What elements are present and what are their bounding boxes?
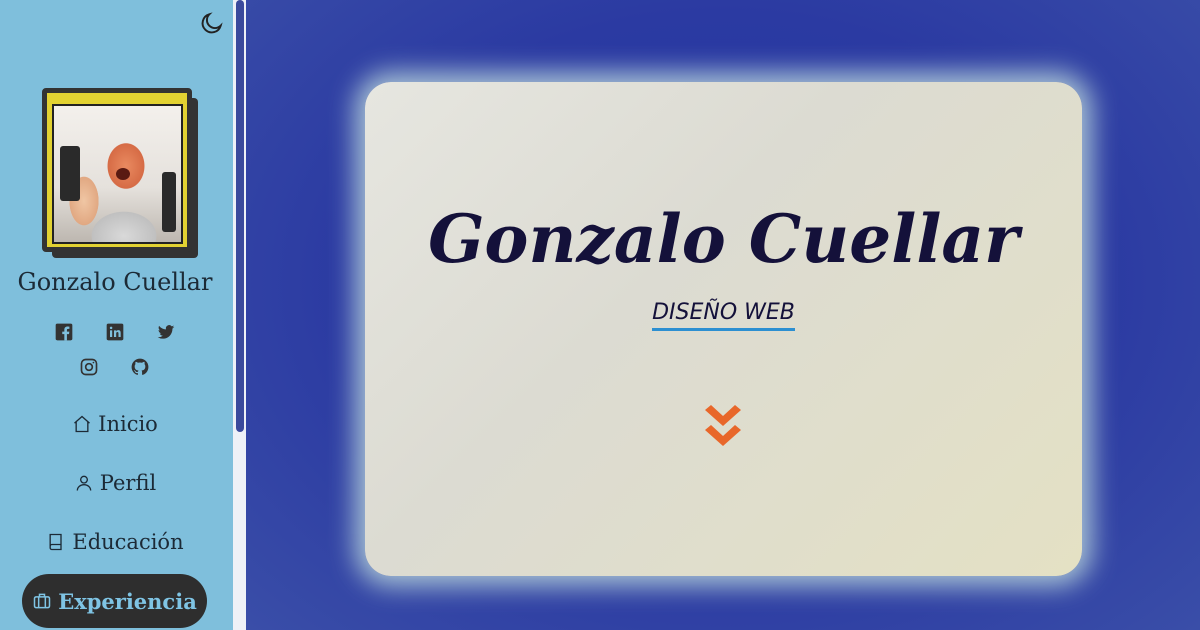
nav-label: Experiencia bbox=[58, 588, 197, 614]
nav-inicio[interactable]: Inicio bbox=[0, 410, 230, 438]
hero-subtitle-wrap: DISEÑO WEB bbox=[365, 300, 1082, 331]
hero-card: Gonzalo Cuellar DISEÑO WEB bbox=[365, 82, 1082, 576]
home-icon bbox=[74, 415, 91, 433]
instagram-icon[interactable] bbox=[79, 357, 99, 377]
twitter-icon[interactable] bbox=[156, 322, 176, 342]
double-chevron-down-icon[interactable] bbox=[703, 404, 743, 454]
nav-label: Inicio bbox=[98, 412, 158, 436]
nav-educacion[interactable]: Educación bbox=[0, 528, 230, 556]
briefcase-icon bbox=[33, 593, 51, 609]
nav-label: Perfil bbox=[99, 471, 157, 495]
main-content: Gonzalo Cuellar DISEÑO WEB bbox=[246, 0, 1200, 630]
moon-icon[interactable] bbox=[199, 10, 225, 36]
facebook-icon[interactable] bbox=[54, 322, 74, 342]
nav-label: Educación bbox=[72, 530, 184, 554]
profile-name: Gonzalo Cuellar bbox=[17, 268, 213, 296]
nav-perfil[interactable]: Perfil bbox=[0, 469, 230, 497]
github-icon[interactable] bbox=[130, 357, 150, 377]
avatar bbox=[42, 88, 200, 260]
sidebar: Gonzalo Cuellar Inicio Perfil Educación … bbox=[0, 0, 236, 630]
book-icon bbox=[49, 533, 63, 551]
linkedin-icon[interactable] bbox=[105, 322, 125, 342]
scrollbar-thumb[interactable] bbox=[236, 0, 244, 432]
nav-experiencia[interactable]: Experiencia bbox=[22, 574, 207, 628]
profile-photo bbox=[52, 104, 183, 244]
hero-title: Gonzalo Cuellar bbox=[428, 200, 1019, 278]
hero-subtitle: DISEÑO WEB bbox=[652, 300, 795, 331]
user-icon bbox=[76, 475, 92, 491]
